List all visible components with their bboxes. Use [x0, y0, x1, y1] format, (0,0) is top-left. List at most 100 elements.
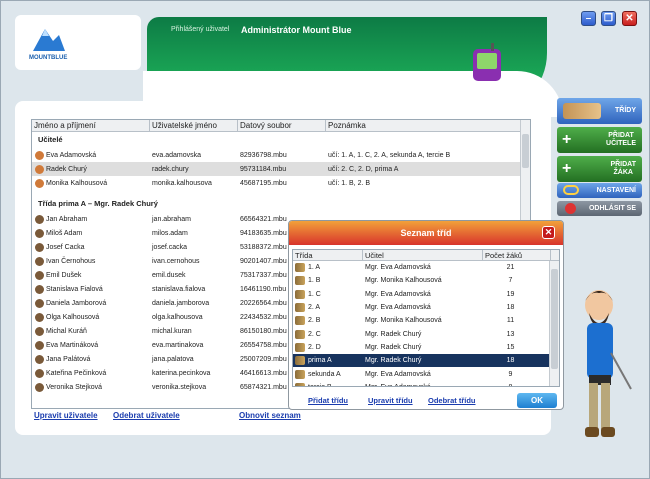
count-cell: 18 [506, 357, 515, 365]
name-cell: Daniela Jamborová [32, 298, 150, 308]
nav-classes-button[interactable]: TŘÍDY [557, 98, 642, 124]
table-row[interactable]: Monika Kalhousová monika.kalhousova 456871… [32, 176, 530, 190]
class-cell: tercie B [293, 382, 363, 386]
class-group-icon [295, 329, 305, 339]
name-cell: Stanislava Fialová [32, 284, 150, 294]
class-row[interactable]: 1. C Mgr. Eva Adamovská 19 [293, 288, 559, 301]
name-cell: Kateřina Pečinková [32, 368, 150, 378]
class-row[interactable]: 2. B Mgr. Monika Kalhousová 11 [293, 314, 559, 327]
file-cell: 95731184.mbu [240, 165, 287, 173]
teacher-cell: Mgr. Eva Adamovská [365, 290, 431, 298]
classes-scrollbar[interactable] [549, 261, 559, 386]
nav-label: PŘIDAT UČITELE [606, 132, 636, 147]
column-header[interactable]: Datový soubor [238, 120, 326, 131]
username-cell: jan.abraham [152, 215, 191, 223]
name-cell: Miloš Adam [32, 228, 150, 238]
remove-user-link[interactable]: Odebrat uživatele [113, 411, 180, 420]
table-row[interactable]: Eva Adamovská eva.adamovska 82936798.mbu uč… [32, 148, 530, 162]
edit-user-link[interactable]: Upravit uživatele [34, 411, 98, 420]
nav-settings-button[interactable]: NASTAVENÍ [557, 183, 642, 198]
nav-logout-button[interactable]: ODHLÁSIT SE [557, 201, 642, 216]
name-text: Monika Kalhousová [46, 179, 108, 187]
teacher-cell: Mgr. Eva Adamovská [365, 264, 431, 272]
column-header[interactable]: Poznámka [326, 120, 522, 131]
class-row[interactable]: prima A Mgr. Radek Churý 18 [293, 354, 559, 368]
nav-label: ODHLÁSIT SE [588, 204, 636, 212]
name-cell: Radek Churý [32, 164, 150, 174]
class-row[interactable]: 1. A Mgr. Eva Adamovská 21 [293, 261, 559, 274]
ok-button[interactable]: OK [517, 393, 557, 408]
nav-add-student-button[interactable]: + PŘIDAT ŽÁKA [557, 156, 642, 182]
count-cell: 21 [506, 264, 515, 272]
column-header[interactable]: Třída [293, 250, 363, 260]
class-name: 2. B [308, 317, 321, 325]
class-cell: 1. C [293, 289, 363, 299]
logged-user-label: Přihlášený uživatel [171, 26, 230, 33]
class-row[interactable]: 2. A Mgr. Eva Adamovská 18 [293, 301, 559, 314]
note-cell: učí: 1. B, 2. B [328, 179, 371, 187]
class-name: 2. D [308, 343, 321, 351]
teacher-cell: Mgr. Eva Adamovská [365, 370, 431, 378]
classes-icon [563, 103, 601, 119]
group-header: Učitelé [38, 135, 63, 144]
username-cell: eva.martinakova [152, 341, 204, 349]
column-header[interactable]: Uživatelské jméno [150, 120, 238, 131]
person-icon [35, 298, 44, 308]
close-button[interactable]: ✕ [622, 11, 637, 26]
nav-label: PŘIDAT ŽÁKA [610, 161, 636, 176]
classes-table-header: Třída Učitel Počet žáků [293, 250, 559, 261]
person-icon [35, 242, 44, 252]
name-cell: Eva Adamovská [32, 150, 150, 160]
note-cell: učí: 1. A, 1. C, 2. A, sekunda A, tercie… [328, 151, 451, 159]
name-text: Jan Abraham [46, 215, 88, 223]
logo-panel: MOUNTBLUE [15, 15, 141, 70]
class-name: prima A [308, 357, 332, 365]
name-text: Emil Dušek [46, 271, 82, 279]
class-row[interactable]: tercie B Mgr. Eva Adamovská8 [293, 381, 559, 386]
class-row[interactable]: 1. B Mgr. Monika Kalhousová 7 [293, 274, 559, 287]
column-header[interactable]: Počet žáků [483, 250, 551, 260]
restore-button[interactable]: ❐ [601, 11, 616, 26]
name-text: Eva Adamovská [46, 151, 97, 159]
class-cell: sekunda A [293, 369, 363, 379]
minimize-button[interactable]: – [581, 11, 596, 26]
name-cell: Michal Kuráň [32, 326, 150, 336]
username-cell: milos.adam [152, 229, 188, 237]
class-row[interactable]: 2. D Mgr. Radek Churý 15 [293, 341, 559, 354]
username-cell: jana.palatova [152, 355, 194, 363]
refresh-list-link[interactable]: Obnovit seznam [239, 411, 301, 420]
name-text: Eva Martináková [46, 341, 99, 349]
class-row[interactable]: 2. C Mgr. Radek Churý 13 [293, 327, 559, 340]
class-group-icon [295, 289, 305, 299]
class-cell: prima A [293, 356, 363, 366]
person-icon [35, 326, 44, 336]
teacher-cell: Mgr. Radek Churý [365, 330, 422, 338]
class-group-icon [295, 342, 305, 352]
edit-class-link[interactable]: Upravit třídu [368, 396, 413, 405]
count-cell: 11 [506, 317, 515, 325]
class-group-icon [295, 369, 305, 379]
table-header: Jméno a příjmení Uživatelské jméno Datov… [32, 120, 530, 132]
scrollbar-thumb[interactable] [522, 134, 529, 168]
count-cell: 19 [506, 290, 515, 298]
name-text: Ivan Černohous [46, 257, 96, 265]
dialog-close-button[interactable]: ✕ [542, 226, 555, 239]
nav-add-teacher-button[interactable]: + PŘIDAT UČITELE [557, 127, 642, 153]
table-row[interactable]: Radek Churý radek.chury 95731184.mbu učí: 2… [32, 162, 530, 176]
username-cell: ivan.cernohous [152, 257, 200, 265]
column-header[interactable]: Jméno a příjmení [32, 120, 150, 131]
username-cell: monika.kalhousova [152, 179, 212, 187]
scrollbar-thumb[interactable] [551, 269, 558, 369]
teacher-cell: Mgr. Radek Churý [365, 357, 422, 365]
class-name: 1. C [308, 290, 321, 298]
name-text: Jana Palátová [46, 355, 91, 363]
add-student-icon: + [562, 160, 572, 177]
add-class-link[interactable]: Přidat třídu [308, 396, 348, 405]
logout-icon [565, 203, 576, 214]
mountaineer-character [585, 290, 632, 437]
note-cell: učí: 2. C, 2. D, prima A [328, 165, 399, 173]
remove-class-link[interactable]: Odebrat třídu [428, 396, 476, 405]
username-cell: olga.kalhousova [152, 313, 203, 321]
column-header[interactable]: Učitel [363, 250, 483, 260]
class-row[interactable]: sekunda A Mgr. Eva Adamovská 9 [293, 367, 559, 380]
